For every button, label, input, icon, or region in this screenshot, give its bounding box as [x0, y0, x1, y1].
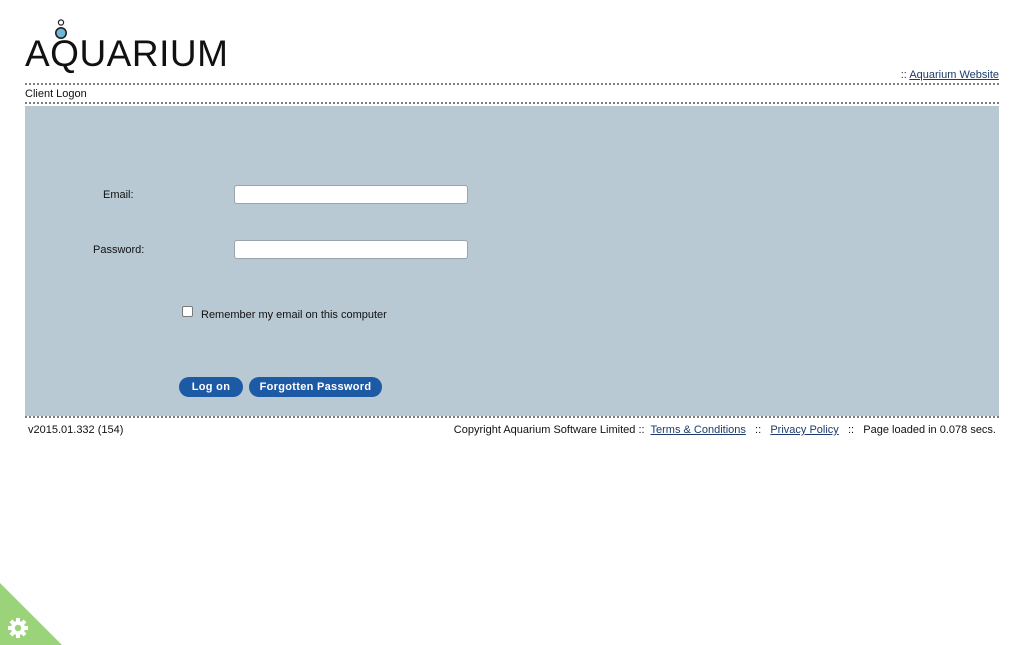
aquarium-logo: AQUARIUM — [25, 18, 228, 74]
corner-badge[interactable] — [0, 583, 62, 645]
header-divider — [25, 83, 999, 85]
link-separator: :: — [900, 69, 907, 81]
top-links: :: Aquarium Website — [901, 69, 999, 81]
footer-separator: :: — [755, 424, 762, 436]
breadcrumb-divider — [25, 102, 999, 104]
logo-text: AQUARIUM — [25, 33, 229, 74]
gear-icon — [8, 618, 28, 638]
email-field[interactable] — [234, 185, 468, 204]
remember-email-checkbox[interactable] — [182, 306, 193, 317]
login-panel: Email: Password: Remember my email on th… — [25, 106, 999, 416]
footer-links: Copyright Aquarium Software Limited :: T… — [454, 424, 996, 436]
version-label: v2015.01.332 (154) — [28, 424, 124, 436]
footer-divider — [25, 416, 999, 418]
copyright-text: Copyright Aquarium Software Limited — [453, 424, 636, 436]
forgotten-password-button[interactable]: Forgotten Password — [249, 377, 382, 397]
terms-conditions-link[interactable]: Terms & Conditions — [651, 424, 746, 436]
password-label: Password: — [93, 244, 145, 256]
footer-separator: :: — [847, 424, 855, 436]
privacy-policy-link[interactable]: Privacy Policy — [770, 424, 838, 436]
email-label: Email: — [103, 189, 134, 201]
page-load-time: Page loaded in 0.078 secs. — [863, 424, 996, 436]
aquarium-website-link[interactable]: Aquarium Website — [909, 69, 999, 81]
password-field[interactable] — [234, 240, 468, 259]
remember-email-label: Remember my email on this computer — [201, 309, 387, 321]
footer-separator: :: — [638, 424, 645, 436]
log-on-button[interactable]: Log on — [179, 377, 243, 397]
breadcrumb: Client Logon — [25, 88, 87, 100]
